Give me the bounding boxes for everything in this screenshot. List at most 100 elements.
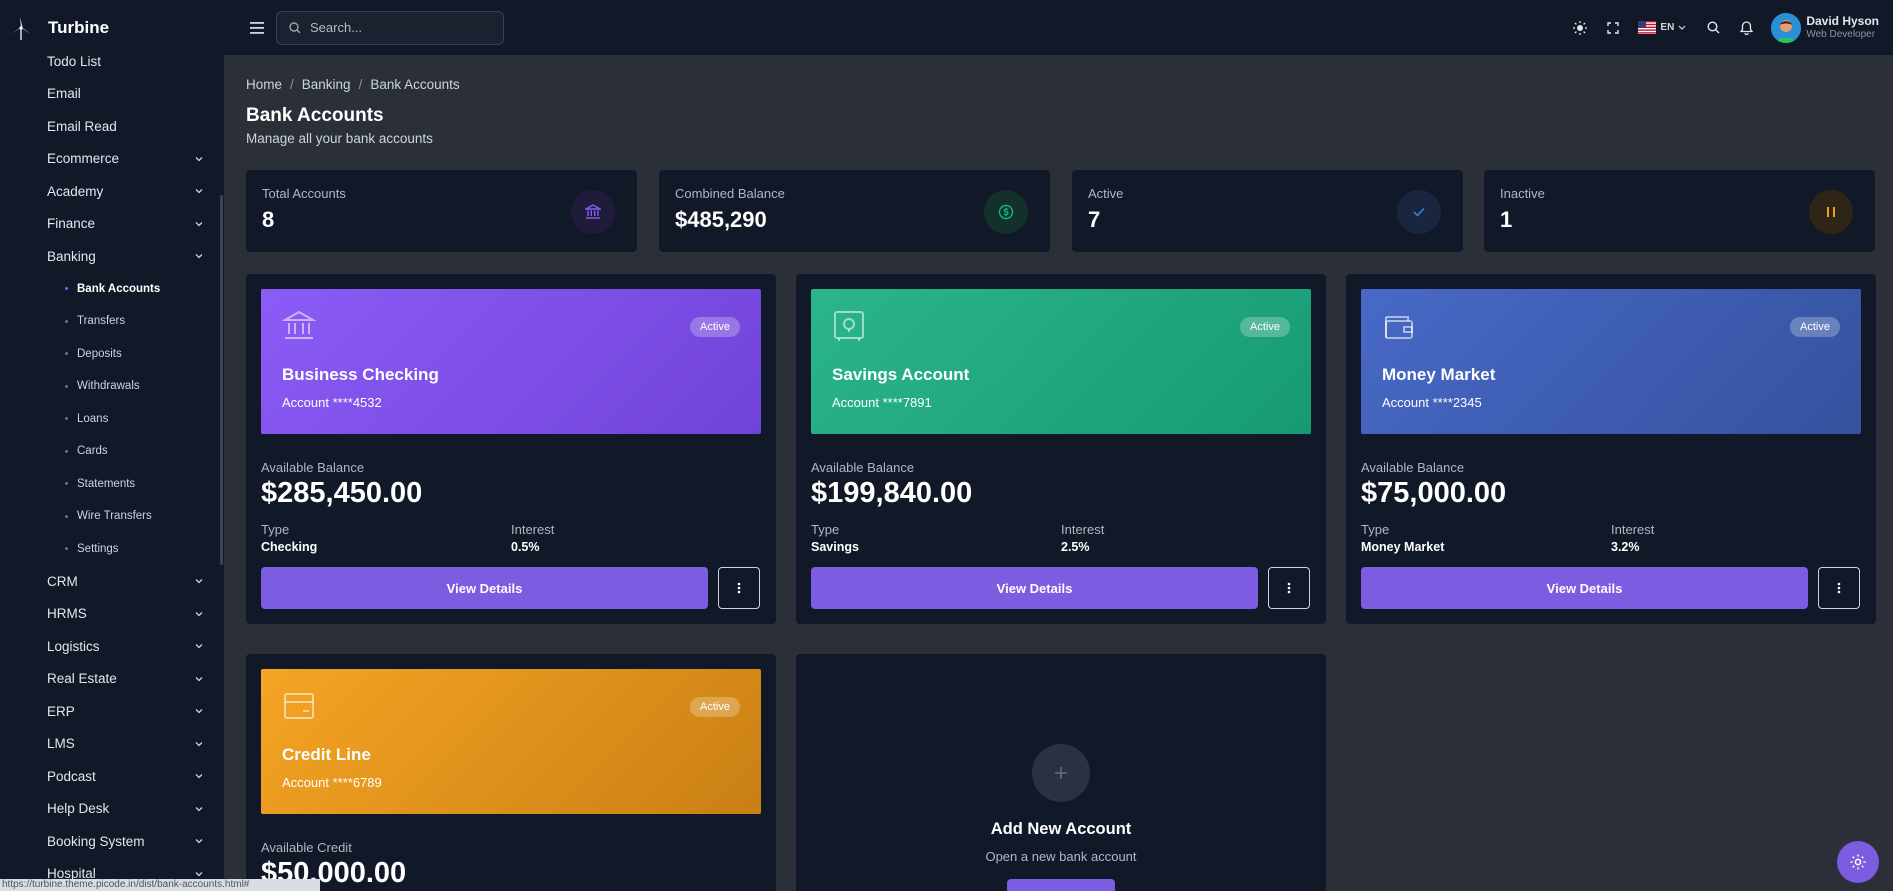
sidebar-subitem-wire-transfers[interactable]: Wire Transfers [0,500,220,533]
account-title: Money Market [1382,365,1496,384]
search-box[interactable] [276,10,504,45]
account-number: Account ****7891 [832,395,932,410]
view-details-button[interactable]: View Details [811,567,1258,609]
more-options-icon[interactable] [1268,567,1310,609]
interest-label: Interest [1061,522,1105,537]
chevron-down-icon [195,254,203,259]
interest-label: Interest [511,522,555,537]
settings-fab-gear-icon[interactable] [1837,841,1879,883]
sidebar-item-logistics[interactable]: Logistics [0,630,220,663]
stat-value: $485,290 [675,207,767,232]
user-menu[interactable]: David Hyson Web Developer [1771,12,1879,43]
add-account-card[interactable]: Add New Account Open a new bank account [796,654,1326,891]
chevron-down-icon [195,709,203,714]
wallet-icon [1385,316,1413,339]
chevron-down-icon [195,644,203,649]
sidebar-item-booking-system[interactable]: Booking System [0,825,220,858]
sidebar-item-email[interactable]: Email [0,78,220,111]
language-selector[interactable]: EN [1638,21,1686,34]
sidebar-item-todo-list[interactable]: Todo List [0,55,220,78]
turbine-logo-icon [11,16,31,40]
type-label: Type [261,522,290,537]
breadcrumb-current: Bank Accounts [370,77,460,92]
language-code: EN [1660,22,1675,33]
theme-toggle-sun-icon[interactable] [1569,17,1591,39]
sidebar-subitem-cards[interactable]: Cards [0,435,220,468]
type-label: Type [1361,522,1390,537]
sidebar-subitem-transfers[interactable]: Transfers [0,305,220,338]
status-badge: Active [1790,317,1840,337]
interest-value: 2.5% [1061,540,1090,554]
account-title: Business Checking [282,365,439,384]
bell-icon[interactable] [1735,17,1757,39]
sidebar-item-erp[interactable]: ERP [0,695,220,728]
status-badge: Active [1240,317,1290,337]
chevron-down-icon [195,189,203,194]
stat-total-accounts: Total Accounts 8 [246,170,637,252]
sidebar-item-real-estate[interactable]: Real Estate [0,663,220,696]
credit-card-icon [284,693,314,719]
bank-icon [281,310,317,339]
stat-inactive: Inactive 1 [1484,170,1875,252]
avatar [1771,12,1802,43]
sidebar-item-ecommerce[interactable]: Ecommerce [0,143,220,176]
account-card-business-checking: Active Business Checking Account ****453… [246,274,776,624]
plus-icon[interactable] [1032,744,1090,802]
stat-label: Inactive [1500,186,1545,201]
view-details-button[interactable]: View Details [261,567,708,609]
stat-label: Combined Balance [675,186,785,201]
sidebar-item-hrms[interactable]: HRMS [0,598,220,631]
status-badge: Active [690,317,740,337]
balance-value: $75,000.00 [1361,477,1507,509]
type-value: Money Market [1361,540,1445,554]
chevron-down-icon [195,221,203,227]
search-input[interactable] [310,20,490,35]
coin-icon [984,190,1028,234]
menu-toggle-icon[interactable] [246,17,268,39]
breadcrumb-separator: / [358,77,363,92]
fullscreen-icon[interactable] [1602,17,1624,39]
breadcrumb-home[interactable]: Home [246,77,282,92]
stat-label: Active [1088,186,1124,201]
chevron-down-icon [195,839,203,844]
chevron-down-icon [195,611,203,617]
brand[interactable]: Turbine [0,0,224,55]
type-value: Savings [811,540,859,554]
sidebar-item-crm[interactable]: CRM [0,565,220,598]
balance-value: $199,840.00 [811,477,973,509]
chevron-down-icon [195,741,203,747]
sidebar-subitem-loans[interactable]: Loans [0,403,220,436]
top-header: Turbine EN David Hyson [0,0,1893,55]
status-url: https://turbine.theme.picode.in/dist/ban… [0,879,320,891]
more-options-icon[interactable] [718,567,760,609]
page-subtitle: Manage all your bank accounts [246,131,433,146]
add-account-button[interactable] [1007,879,1115,891]
balance-label: Available Balance [261,460,365,475]
sidebar-subitem-deposits[interactable]: Deposits [0,338,220,371]
user-role: Web Developer [1806,28,1876,40]
sidebar-scrollbar[interactable] [220,195,223,565]
interest-label: Interest [1611,522,1655,537]
sidebar-subitem-statements[interactable]: Statements [0,468,220,501]
us-flag-icon [1638,21,1657,34]
sidebar-item-lms[interactable]: LMS [0,728,220,761]
stat-combined-balance: Combined Balance $485,290 [659,170,1050,252]
more-options-icon[interactable] [1818,567,1860,609]
sidebar-item-academy[interactable]: Academy [0,175,220,208]
search-icon[interactable] [1702,17,1724,39]
sidebar-item-help-desk[interactable]: Help Desk [0,793,220,826]
sidebar-item-email-read[interactable]: Email Read [0,110,220,143]
view-details-button[interactable]: View Details [1361,567,1808,609]
sidebar-item-banking[interactable]: Banking [0,240,220,273]
sidebar-nav: Todo List Email Email Read Ecommerce Aca… [0,55,220,890]
user-name: David Hyson [1806,14,1879,29]
sidebar-subitem-withdrawals[interactable]: Withdrawals [0,370,220,403]
sidebar-subitem-settings[interactable]: Settings [0,533,220,566]
sidebar-item-finance[interactable]: Finance [0,208,220,241]
breadcrumb-separator: / [290,77,294,92]
sidebar-item-podcast[interactable]: Podcast [0,760,220,793]
breadcrumb-banking[interactable]: Banking [302,77,351,92]
page-title: Bank Accounts [246,105,384,126]
sidebar-subitem-bank-accounts[interactable]: Bank Accounts [0,273,220,306]
safe-icon [834,311,864,341]
